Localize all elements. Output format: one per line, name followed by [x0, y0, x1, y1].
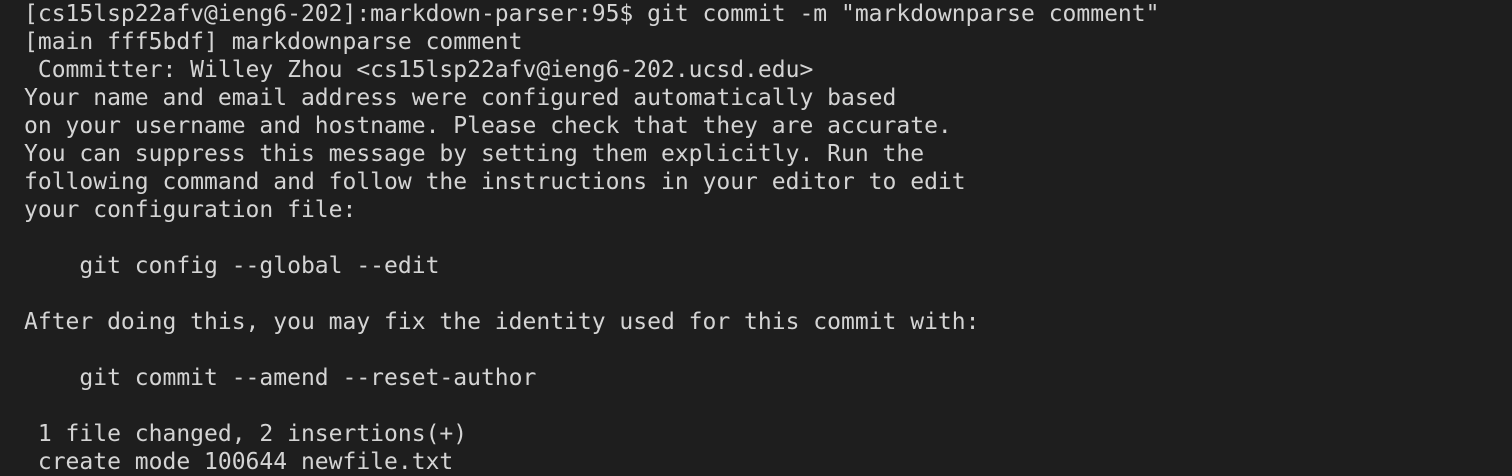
terminal-line-files-changed: 1 file changed, 2 insertions(+) [24, 421, 468, 447]
terminal-line-amend-command: git commit --amend --reset-author [24, 365, 537, 391]
terminal-line-message-4: following command and follow the instruc… [24, 169, 966, 195]
terminal-line-config-command: git config --global --edit [24, 253, 440, 279]
terminal-line-prompt-command: [cs15lsp22afv@ieng6-202]:markdown-parser… [24, 1, 1160, 27]
terminal-line-message-1: Your name and email address were configu… [24, 85, 897, 111]
terminal-line-message-6: After doing this, you may fix the identi… [24, 309, 980, 335]
terminal-line-message-3: You can suppress this message by setting… [24, 141, 925, 167]
terminal-line-message-2: on your username and hostname. Please ch… [24, 113, 952, 139]
terminal-line-committer: Committer: Willey Zhou <cs15lsp22afv@ien… [24, 57, 814, 83]
terminal-window[interactable]: [cs15lsp22afv@ieng6-202]:markdown-parser… [0, 0, 1512, 476]
terminal-line-message-5: your configuration file: [24, 197, 357, 223]
terminal-line-create-mode: create mode 100644 newfile.txt [24, 449, 454, 475]
terminal-line-commit-summary: [main fff5bdf] markdownparse comment [24, 29, 523, 55]
